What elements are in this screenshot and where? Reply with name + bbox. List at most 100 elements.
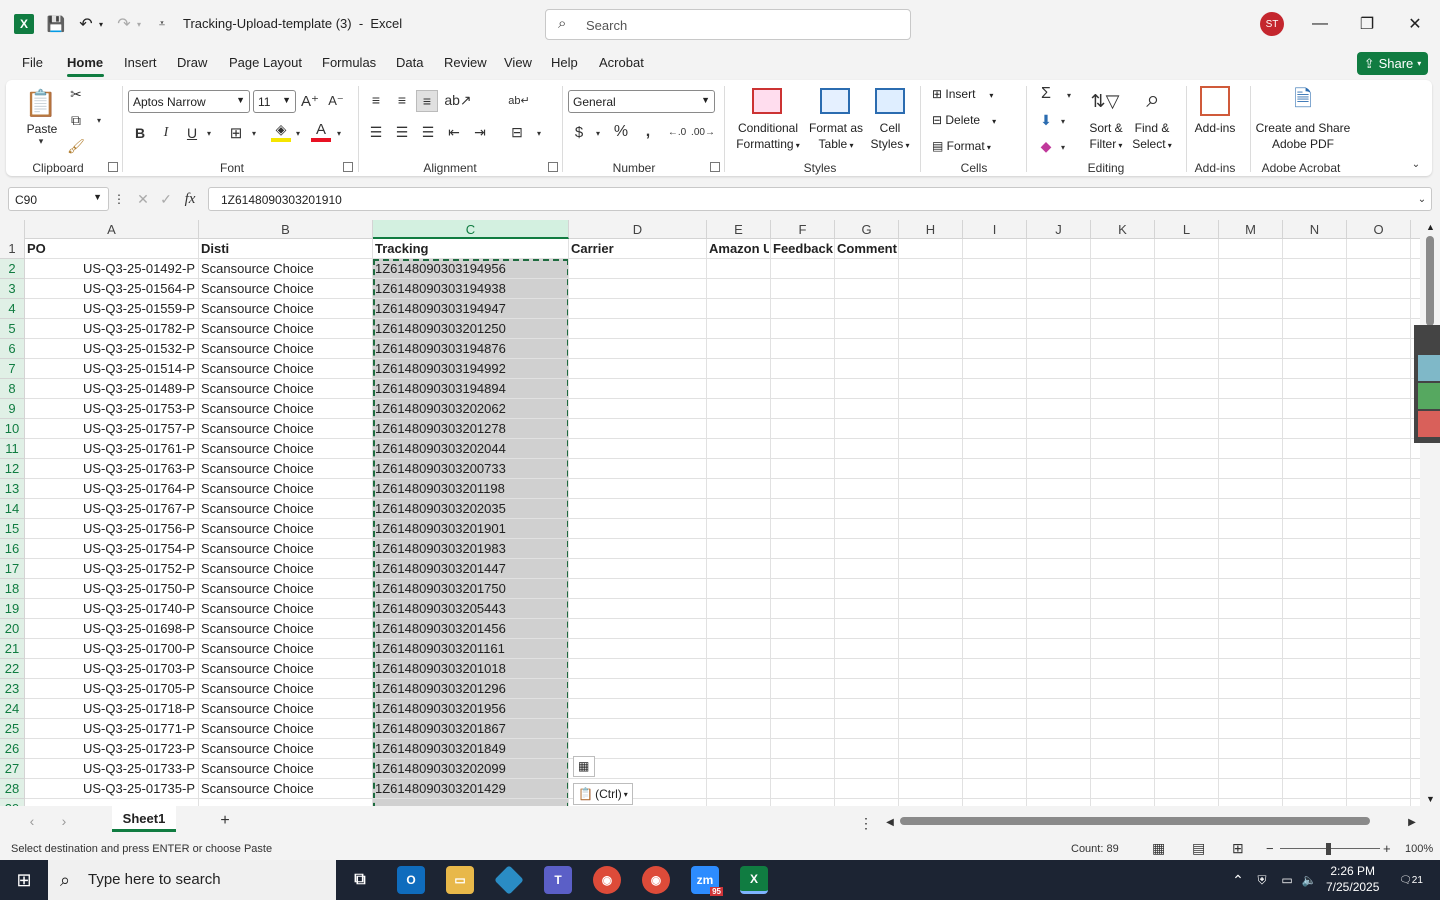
increase-font-icon[interactable]: A⁺ [300,90,320,112]
po-cell[interactable]: US-Q3-25-01764-P [25,479,195,499]
tab-page-layout[interactable]: Page Layout [229,55,302,70]
po-cell[interactable]: US-Q3-25-01532-P [25,339,195,359]
po-cell[interactable]: US-Q3-25-01763-P [25,459,195,479]
row-header[interactable]: 17 [0,559,25,579]
redo-dropdown-icon[interactable]: ▾ [134,16,144,32]
zoom-in-icon[interactable]: + [1383,841,1391,856]
clear-icon[interactable]: ◆ [1036,136,1056,156]
tracking-cell[interactable]: 1Z6148090303194894 [375,379,567,399]
font-launcher-icon[interactable] [343,162,353,172]
minimize-button[interactable]: — [1305,10,1335,38]
formula-input[interactable]: 1Z6148090303201910 [208,187,1432,211]
side-tab-3[interactable] [1418,411,1440,437]
row-header[interactable]: 22 [0,659,25,679]
row-header[interactable]: 20 [0,619,25,639]
conditional-formatting-icon[interactable] [752,88,782,114]
row-header[interactable]: 28 [0,779,25,799]
task-view-icon[interactable]: ⧉ [346,866,374,894]
disti-cell[interactable]: Scansource Choice [201,419,371,439]
horizontal-scroll-thumb[interactable] [900,817,1370,825]
orientation-icon[interactable]: ab↗ [444,90,471,110]
tracking-cell[interactable]: 1Z6148090303201447 [375,559,567,579]
row-header[interactable]: 14 [0,499,25,519]
copy-dropdown-icon[interactable]: ▾ [94,113,104,127]
prev-sheet-icon[interactable]: ‹ [24,812,40,830]
undo-icon[interactable]: ↶ [76,14,96,34]
header-cell-a[interactable]: PO [27,239,197,259]
column-header-l[interactable]: L [1155,220,1219,239]
insert-cells-button[interactable]: ⊞ Insert ▾ [932,86,1012,104]
add-ins-icon[interactable] [1200,86,1230,116]
create-adobe-pdf-button[interactable]: Create and Share Adobe PDF [1254,120,1352,152]
disti-cell[interactable]: Scansource Choice [201,459,371,479]
font-size-select[interactable]: 11 ▼ [253,90,296,113]
cut-icon[interactable]: ✂ [66,84,86,104]
tracking-cell[interactable]: 1Z6148090303194938 [375,279,567,299]
disti-cell[interactable]: Scansource Choice [201,719,371,739]
disti-cell[interactable]: Scansource Choice [201,639,371,659]
column-header-c[interactable]: C [373,220,569,239]
po-cell[interactable]: US-Q3-25-01492-P [25,259,195,279]
font-color-dropdown-icon[interactable]: ▾ [334,126,344,140]
column-header-d[interactable]: D [569,220,707,239]
copy-icon[interactable]: ⧉ [66,110,86,130]
column-header-j[interactable]: J [1027,220,1091,239]
column-header-h[interactable]: H [899,220,963,239]
tracking-cell[interactable]: 1Z6148090303205443 [375,599,567,619]
save-icon[interactable]: 💾 [46,14,66,34]
disti-cell[interactable]: Scansource Choice [201,739,371,759]
disti-cell[interactable]: Scansource Choice [201,779,371,799]
undo-dropdown-icon[interactable]: ▾ [96,16,106,32]
row-header[interactable]: 3 [0,279,25,299]
po-cell[interactable]: US-Q3-25-01735-P [25,779,195,799]
page-break-view-icon[interactable]: ⊞ [1232,840,1244,857]
format-as-table-icon[interactable] [820,88,850,114]
autosum-icon[interactable]: Σ [1036,84,1056,104]
po-cell[interactable]: US-Q3-25-01771-P [25,719,195,739]
tab-data[interactable]: Data [396,55,423,70]
disti-cell[interactable]: Scansource Choice [201,659,371,679]
zoom-level[interactable]: 100% [1405,843,1433,855]
format-painter-icon[interactable]: 🖌 [66,136,86,156]
po-cell[interactable]: US-Q3-25-01703-P [25,659,195,679]
scroll-right-icon[interactable]: ▶ [1406,814,1418,830]
chrome-profile-icon[interactable]: ◉ [642,866,670,894]
network-icon[interactable]: ▭ [1278,870,1296,890]
add-sheet-button[interactable]: + [216,812,234,830]
row-header[interactable]: 19 [0,599,25,619]
delete-cells-button[interactable]: ⊟ Delete ▾ [932,112,1012,130]
scroll-down-icon[interactable]: ▼ [1426,794,1435,804]
tracking-cell[interactable]: 1Z6148090303201161 [375,639,567,659]
cancel-icon[interactable]: ✕ [134,190,152,208]
find-select-icon[interactable]: ⌕ [1136,84,1170,116]
header-cell-f[interactable]: Feedback [773,239,833,259]
merge-center-icon[interactable]: ⊟ [506,122,528,142]
decrease-decimal-icon[interactable]: .00→ [691,122,715,142]
customize-quick-access-icon[interactable]: ⩡ [154,14,170,34]
disti-cell[interactable]: Scansource Choice [201,359,371,379]
header-cell-g[interactable]: Comment [837,239,897,259]
more-options-icon[interactable]: ⋮ [113,190,125,208]
font-color-icon[interactable]: A [311,120,331,142]
column-header-m[interactable]: M [1219,220,1283,239]
tracking-cell[interactable]: 1Z6148090303200733 [375,459,567,479]
column-header-g[interactable]: G [835,220,899,239]
tracking-cell[interactable]: 1Z6148090303201296 [375,679,567,699]
fill-dropdown-icon[interactable]: ▾ [293,126,303,140]
po-cell[interactable]: US-Q3-25-01767-P [25,499,195,519]
tab-file[interactable]: File [22,55,43,70]
disti-cell[interactable]: Scansource Choice [201,679,371,699]
borders-dropdown-icon[interactable]: ▾ [249,126,259,140]
middle-align-icon[interactable]: ≡ [392,90,412,110]
align-right-icon[interactable]: ☰ [418,122,438,142]
column-header-k[interactable]: K [1091,220,1155,239]
tracking-cell[interactable]: 1Z6148090303201198 [375,479,567,499]
fill-dropdown-icon[interactable]: ▾ [1058,114,1068,128]
notifications-icon[interactable]: 🗨 21 [1398,868,1424,892]
alignment-launcher-icon[interactable] [548,162,558,172]
row-header[interactable]: 10 [0,419,25,439]
tab-acrobat[interactable]: Acrobat [599,55,644,70]
row-header[interactable]: 26 [0,739,25,759]
fill-color-icon[interactable]: ◈ [271,120,291,142]
tracking-cell[interactable]: 1Z6148090303202099 [375,759,567,779]
